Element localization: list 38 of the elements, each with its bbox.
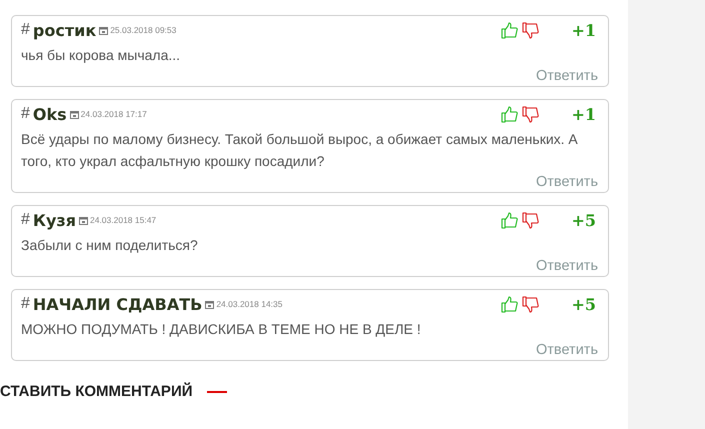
thumbs-down-icon[interactable] bbox=[522, 212, 540, 228]
calendar-icon bbox=[99, 26, 108, 34]
title-underline bbox=[206, 390, 227, 392]
thumbs-down-icon[interactable] bbox=[522, 22, 540, 38]
section-title: СТАВИТЬ КОММЕНТАРИЙ bbox=[0, 383, 193, 400]
comment-score: +5 bbox=[571, 210, 596, 230]
calendar-icon bbox=[78, 216, 88, 224]
comment-text: Всё удары по малому бизнесу. Такой большой вырос, а обижает самых маленьких. А того, кто украл асфальтную крошку посадили? bbox=[21, 130, 579, 171]
thumbs-up-icon[interactable] bbox=[501, 296, 518, 312]
thumbs-up-icon[interactable] bbox=[501, 106, 518, 122]
thumbs-down-icon[interactable] bbox=[522, 106, 540, 122]
comment-date: 24.03.2018 15:47 bbox=[90, 215, 156, 225]
thumbs-down-icon[interactable] bbox=[522, 296, 540, 312]
comment-text: МОЖНО ПОДУМАТЬ ! ДАВИСКИБА В ТЕМЕ НО НЕ В ДЕЛЕ ! bbox=[21, 320, 422, 339]
hash-mark: # bbox=[21, 295, 30, 313]
reply-link[interactable]: Ответить bbox=[536, 173, 598, 191]
reply-link[interactable]: Ответить bbox=[536, 67, 598, 85]
comment-date: 24.03.2018 14:35 bbox=[216, 299, 282, 309]
comment-score: +5 bbox=[571, 294, 596, 314]
comment-author: ростик bbox=[32, 20, 96, 40]
reply-link[interactable]: Ответить bbox=[536, 341, 598, 359]
comment-date: 25.03.2018 09:53 bbox=[110, 25, 176, 35]
comment-author: НАЧАЛИ СДАВАТЬ bbox=[32, 294, 202, 314]
hash-mark: # bbox=[21, 21, 30, 39]
comment-author: Oks bbox=[32, 104, 67, 124]
hash-mark: # bbox=[21, 105, 30, 123]
thumbs-up-icon[interactable] bbox=[501, 212, 518, 228]
comment-score: +1 bbox=[571, 104, 596, 124]
comment-score: +1 bbox=[571, 20, 596, 40]
calendar-icon bbox=[70, 110, 79, 118]
thumbs-up-icon[interactable] bbox=[501, 22, 518, 38]
comment-text: чья бы корова мычала... bbox=[21, 46, 182, 65]
hash-mark: # bbox=[21, 211, 30, 229]
calendar-icon bbox=[205, 300, 214, 308]
comment-text: Забыли с ним поделиться? bbox=[21, 236, 199, 255]
reply-link[interactable]: Ответить bbox=[536, 257, 598, 275]
comment-author: Кузя bbox=[32, 210, 76, 230]
comment-date: 24.03.2018 17:17 bbox=[80, 109, 147, 119]
